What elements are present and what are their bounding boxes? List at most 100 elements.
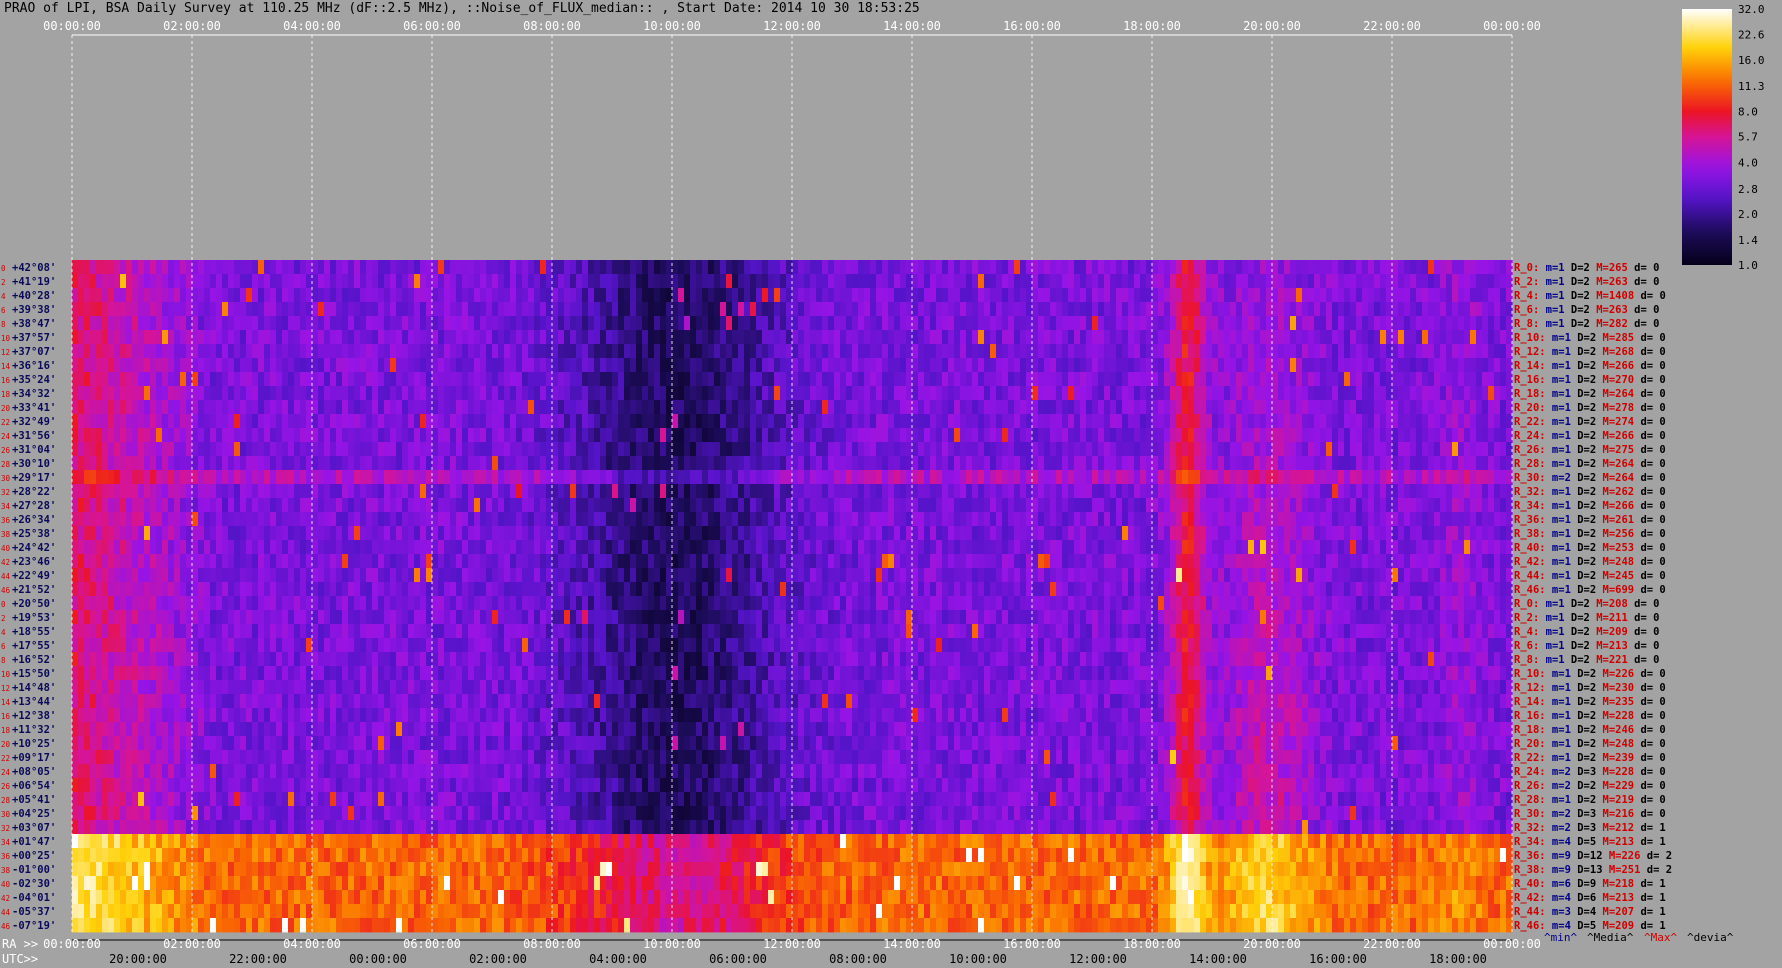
heatmap-cell-2767	[834, 414, 841, 429]
heatmap-cell-590	[732, 288, 739, 303]
heatmap-cell-4084	[96, 498, 103, 513]
heatmap-cell-3187	[474, 442, 481, 457]
heatmap-cell-2248	[600, 386, 607, 401]
heatmap-cell-1933	[150, 372, 157, 387]
heatmap-cell-266	[228, 274, 235, 289]
heatmap-cell-2788	[960, 414, 967, 429]
heatmap-cell-2112	[1224, 372, 1231, 387]
heatmap-cell-4841	[318, 540, 325, 555]
heatmap-cell-2714	[516, 414, 523, 429]
heatmap-cell-4712	[984, 526, 991, 541]
heatmap-cell-4405	[582, 512, 589, 527]
heatmap-cell-4847	[354, 540, 361, 555]
heatmap-cell-812	[624, 302, 631, 317]
heatmap-cell-4464	[936, 512, 943, 527]
heatmap-cell-3371	[138, 456, 145, 471]
heatmap-cell-3285	[1062, 442, 1069, 457]
heatmap-cell-2428	[240, 400, 247, 415]
heatmap-cell-4570	[132, 526, 139, 541]
heatmap-cell-496	[168, 288, 175, 303]
heatmap-cell-1833	[990, 358, 997, 373]
heatmap-cell-413	[1110, 274, 1117, 289]
heatmap-cell-3034	[996, 428, 1003, 443]
heatmap-cell-3508	[960, 456, 967, 471]
heatmap-cell-224	[1416, 260, 1423, 275]
heatmap-cell-2752	[744, 414, 751, 429]
heatmap-cell-2325	[1062, 386, 1069, 401]
heatmap-cell-646	[1068, 288, 1075, 303]
heatmap-cell-2393	[1470, 386, 1477, 401]
heatmap-cell-67	[474, 260, 481, 275]
heatmap-cell-3623	[210, 470, 217, 485]
heatmap-cell-4049	[1326, 484, 1333, 499]
heatmap-cell-2100	[1152, 372, 1159, 387]
heatmap-cell-2665	[222, 414, 229, 429]
heatmap-cell-1878	[1260, 358, 1267, 373]
heatmap-cell-4236	[1008, 498, 1015, 513]
heatmap-cell-1057	[654, 316, 661, 331]
heatmap-cell-4063	[1410, 484, 1417, 499]
heatmap-cell-627	[954, 288, 961, 303]
heatmap-cell-4602	[324, 526, 331, 541]
heatmap-cell-2396	[1488, 386, 1495, 401]
heatmap-cell-135	[882, 260, 889, 275]
heatmap-cell-1191	[1458, 316, 1465, 331]
heatmap-cell-4479	[1026, 512, 1033, 527]
heatmap-cell-965	[102, 316, 109, 331]
heatmap-cell-4894	[636, 540, 643, 555]
heatmap-cell-1502	[444, 344, 451, 359]
heatmap-cell-1635	[1242, 344, 1249, 359]
heatmap-cell-1751	[498, 358, 505, 373]
heatmap-cell-4723	[1050, 526, 1057, 541]
heatmap-cell-4703	[930, 526, 937, 541]
heatmap-cell-1974	[396, 372, 403, 387]
heatmap-cell-545	[462, 288, 469, 303]
heatmap-cell-2216	[408, 386, 415, 401]
heatmap-cell-2175	[162, 386, 169, 401]
heatmap-cell-2149	[1446, 372, 1453, 387]
heatmap-cell-4950	[972, 540, 979, 555]
heatmap-cell-956	[1488, 302, 1495, 317]
heatmap-cell-1624	[1176, 344, 1183, 359]
heatmap-cell-3205	[582, 442, 589, 457]
heatmap-cell-1443	[90, 344, 97, 359]
heatmap-cell-4112	[264, 498, 271, 513]
heatmap-cell-3627	[234, 470, 241, 485]
heatmap-cell-1930	[132, 372, 139, 387]
heatmap-cell-556	[528, 288, 535, 303]
heatmap-cell-2903	[210, 428, 217, 443]
heatmap-cell-2389	[1446, 386, 1453, 401]
heatmap-cell-743	[210, 302, 217, 317]
heatmap-cell-1304	[696, 330, 703, 345]
heatmap-cell-2265	[702, 386, 709, 401]
heatmap-cell-3723	[810, 470, 817, 485]
heatmap-cell-831	[738, 302, 745, 317]
heatmap-cell-4732	[1104, 526, 1111, 541]
heatmap-cell-2556	[1008, 400, 1015, 415]
heatmap-cell-3189	[486, 442, 493, 457]
heatmap-cell-1178	[1380, 316, 1387, 331]
heatmap-cell-1429	[1446, 330, 1453, 345]
heatmap-cell-1706	[228, 358, 235, 373]
heatmap-cell-302	[444, 274, 451, 289]
heatmap-cell-955	[1482, 302, 1489, 317]
heatmap-cell-1408	[1320, 330, 1327, 345]
heatmap-cell-4185	[702, 498, 709, 513]
heatmap-cell-89	[606, 260, 613, 275]
heatmap-cell-1169	[1326, 316, 1333, 331]
heatmap-cell-2762	[804, 414, 811, 429]
heatmap-cell-3289	[1086, 442, 1093, 457]
heatmap-cell-260	[192, 274, 199, 289]
heatmap-cell-207	[1314, 260, 1321, 275]
heatmap-cell-199	[1266, 260, 1273, 275]
heatmap-cell-879	[1026, 302, 1033, 317]
heatmap-cell-3228	[720, 442, 727, 457]
heatmap-cell-4737	[1134, 526, 1141, 541]
heatmap-cell-3334	[1356, 442, 1363, 457]
heatmap-cell-1241	[318, 330, 325, 345]
heatmap-cell-1305	[702, 330, 709, 345]
heatmap-cell-410	[1092, 274, 1099, 289]
heatmap-cell-2106	[1188, 372, 1195, 387]
heatmap-cell-1190	[1452, 316, 1459, 331]
heatmap-cell-3961	[798, 484, 805, 499]
